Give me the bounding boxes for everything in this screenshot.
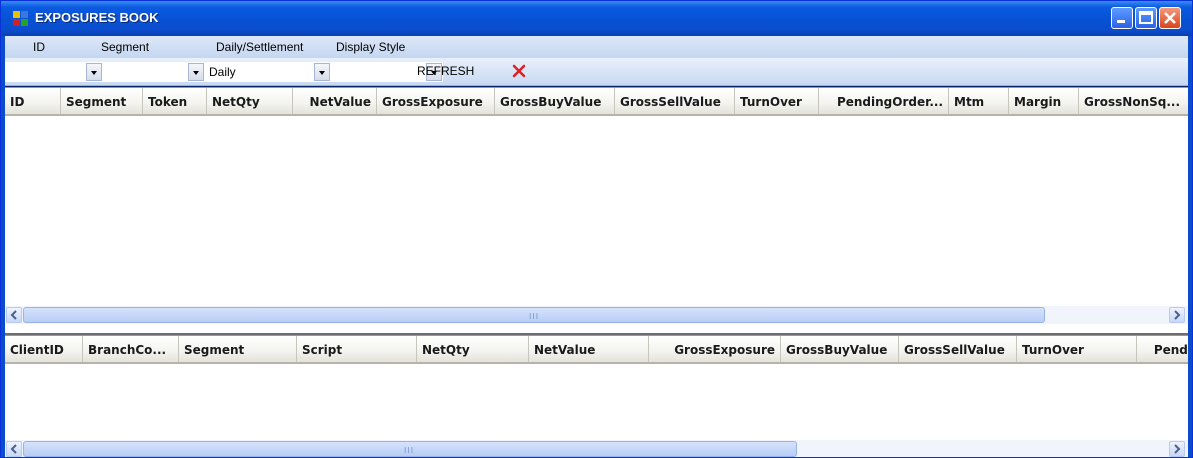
segment-label: Segment xyxy=(101,40,150,54)
column-header[interactable]: GrossBuyValue xyxy=(495,88,615,114)
filter-label-bar: ID Segment Daily/Settlement Display Styl… xyxy=(5,36,1188,58)
app-icon xyxy=(13,11,29,27)
id-combo[interactable] xyxy=(5,62,103,82)
scroll-right-button[interactable] xyxy=(1169,441,1185,457)
column-header[interactable]: BranchCo... xyxy=(83,336,179,362)
column-header[interactable]: TurnOver xyxy=(735,88,819,114)
column-header[interactable]: PendingOrder... xyxy=(819,88,949,114)
minimize-button[interactable] xyxy=(1111,7,1133,29)
grid-header: ClientID BranchCo... Segment Script NetQ… xyxy=(5,336,1188,364)
scroll-left-button[interactable] xyxy=(6,441,22,457)
close-button[interactable] xyxy=(1159,7,1181,29)
chevron-down-icon[interactable] xyxy=(86,63,102,81)
column-header[interactable]: ClientID xyxy=(5,336,83,362)
column-header[interactable]: Margin xyxy=(1009,88,1079,114)
column-header[interactable]: GrossExposure xyxy=(377,88,495,114)
column-header[interactable]: GrossSellValue xyxy=(615,88,735,114)
exposures-book-window: EXPOSURES BOOK ID Segment Daily/Settleme… xyxy=(0,0,1193,458)
exposure-summary-grid[interactable]: ID Segment Token NetQty NetValue GrossEx… xyxy=(5,87,1188,327)
scroll-left-button[interactable] xyxy=(6,307,22,323)
column-header[interactable]: Token xyxy=(143,88,207,114)
column-header[interactable]: NetValue xyxy=(293,88,377,114)
column-header[interactable]: Segment xyxy=(179,336,297,362)
column-header[interactable]: NetQty xyxy=(207,88,293,114)
column-header[interactable]: GrossNonSq... xyxy=(1079,88,1188,114)
title-bar[interactable]: EXPOSURES BOOK xyxy=(1,1,1192,36)
display-style-label: Display Style xyxy=(336,40,406,54)
client-exposure-grid[interactable]: ClientID BranchCo... Segment Script NetQ… xyxy=(5,335,1188,457)
segment-combo[interactable] xyxy=(103,62,205,82)
id-label: ID xyxy=(33,40,45,54)
chevron-right-icon xyxy=(1174,310,1181,320)
scroll-right-button[interactable] xyxy=(1169,307,1185,323)
column-header[interactable]: NetValue xyxy=(529,336,649,362)
filter-toolbar: Daily REFRESH xyxy=(5,58,1188,86)
grid-splitter[interactable] xyxy=(5,327,1188,335)
maximize-icon xyxy=(1139,11,1153,24)
chevron-down-icon[interactable] xyxy=(314,63,330,81)
scroll-thumb[interactable]: III xyxy=(23,307,1045,323)
column-header[interactable]: ID xyxy=(5,88,61,114)
red-x-icon[interactable] xyxy=(511,63,527,79)
minimize-icon xyxy=(1117,20,1125,23)
column-header[interactable]: GrossExposure xyxy=(649,336,781,362)
column-header[interactable]: Script xyxy=(297,336,417,362)
refresh-button[interactable]: REFRESH xyxy=(417,64,474,78)
chevron-down-icon[interactable] xyxy=(188,63,204,81)
column-header[interactable]: Mtm xyxy=(949,88,1009,114)
window-title: EXPOSURES BOOK xyxy=(35,10,159,25)
column-header[interactable]: GrossSellValue xyxy=(899,336,1017,362)
horizontal-scrollbar[interactable]: III xyxy=(5,440,1188,457)
close-icon xyxy=(1164,12,1176,24)
daily-settlement-value: Daily xyxy=(209,65,236,79)
window-frame-right xyxy=(1188,36,1192,457)
daily-settlement-combo[interactable]: Daily xyxy=(205,62,331,82)
chevron-left-icon xyxy=(10,310,17,320)
grid-header: ID Segment Token NetQty NetValue GrossEx… xyxy=(5,88,1188,116)
chevron-left-icon xyxy=(10,444,17,454)
column-header[interactable]: GrossBuyValue xyxy=(781,336,899,362)
daily-settlement-label: Daily/Settlement xyxy=(216,40,304,54)
column-header[interactable]: NetQty xyxy=(417,336,529,362)
maximize-button[interactable] xyxy=(1135,7,1157,29)
column-header[interactable]: TurnOver xyxy=(1017,336,1137,362)
chevron-right-icon xyxy=(1174,444,1181,454)
column-header[interactable]: Segment xyxy=(61,88,143,114)
column-header[interactable]: Pendi xyxy=(1137,336,1188,362)
horizontal-scrollbar[interactable]: III xyxy=(5,306,1188,324)
scroll-thumb[interactable]: III xyxy=(23,441,797,457)
